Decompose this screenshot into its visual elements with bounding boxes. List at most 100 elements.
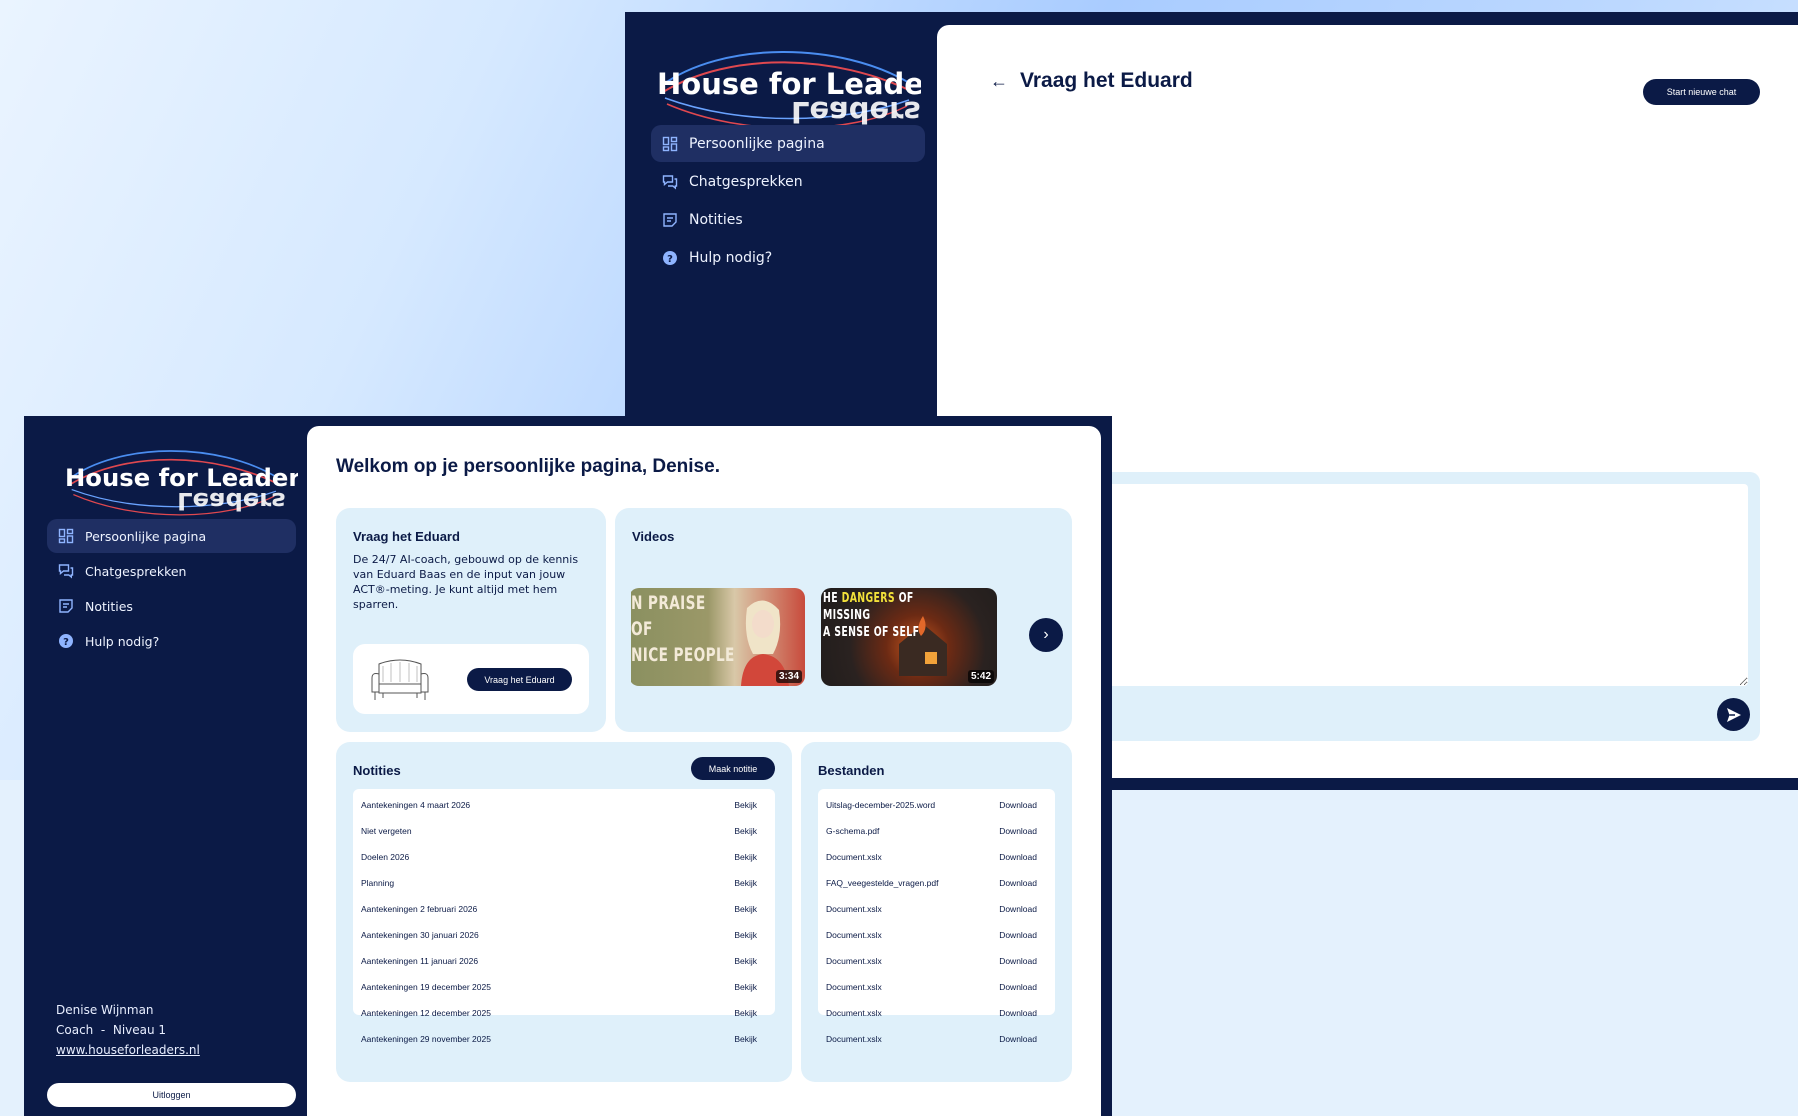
logo-mirror-text: Leaders — [791, 95, 921, 129]
notities-card: Notities Maak notitie Aantekeningen 4 ma… — [336, 742, 792, 1082]
chat-icon — [58, 563, 74, 579]
sidebar-item-label: Notities — [85, 598, 133, 614]
video-title-highlight: DANGERS — [841, 591, 895, 606]
logout-button[interactable]: Uitloggen — [47, 1083, 296, 1107]
sidebar-nav: Persoonlijke pagina Chatgesprekken Notit… — [47, 519, 296, 659]
bekijk-link[interactable]: Bekijk — [734, 930, 757, 940]
card-title: Vraag het Eduard — [353, 529, 460, 544]
list-item: Document.xslx Download — [818, 948, 1055, 974]
sidebar-item-persoonlijke-pagina[interactable]: Persoonlijke pagina — [651, 125, 925, 162]
dashboard-main: Welkom op je persoonlijke pagina, Denise… — [307, 426, 1101, 1116]
armchair-icon — [371, 659, 429, 700]
list-item-name: Doelen 2026 — [361, 852, 410, 862]
list-item-name: Niet vergeten — [361, 826, 412, 836]
list-item: Aantekeningen 12 december 2025 Bekijk — [353, 1000, 775, 1026]
list-item-name: FAQ_veegestelde_vragen.pdf — [826, 878, 939, 888]
bekijk-link[interactable]: Bekijk — [734, 982, 757, 992]
video-title-part: HE — [823, 591, 842, 606]
help-icon: ? — [58, 633, 74, 649]
video-title: N PRAISE OF NICE PEOPLE — [631, 590, 735, 668]
sidebar-item-label: Hulp nodig? — [689, 249, 773, 266]
download-link[interactable]: Download — [999, 982, 1037, 992]
notes-icon — [58, 598, 74, 614]
sidebar-item-persoonlijke-pagina[interactable]: Persoonlijke pagina — [47, 519, 296, 553]
page-title: Vraag het Eduard — [1020, 69, 1193, 92]
dashboard-icon — [662, 136, 678, 152]
bekijk-link[interactable]: Bekijk — [734, 878, 757, 888]
sidebar-item-label: Persoonlijke pagina — [689, 135, 825, 152]
bekijk-link[interactable]: Bekijk — [734, 956, 757, 966]
user-name: Denise Wijnman — [56, 1003, 154, 1017]
files-list: Uitslag-december-2025.word Download G-sche… — [818, 789, 1055, 1044]
list-item-name: Document.xslx — [826, 904, 882, 914]
sidebar-item-notities[interactable]: Notities — [651, 201, 925, 238]
list-item: Doelen 2026 Bekijk — [353, 844, 775, 870]
video-title-line: HE DANGERS OF MISSING — [823, 590, 948, 624]
bekijk-link[interactable]: Bekijk — [734, 1008, 757, 1018]
svg-text:?: ? — [667, 254, 673, 265]
card-title: Bestanden — [818, 763, 885, 778]
sidebar-item-label: Chatgesprekken — [85, 563, 187, 579]
download-link[interactable]: Download — [999, 1034, 1037, 1044]
download-link[interactable]: Download — [999, 1008, 1037, 1018]
list-item-name: Planning — [361, 878, 395, 888]
maak-notitie-button[interactable]: Maak notitie — [691, 757, 775, 780]
bekijk-link[interactable]: Bekijk — [734, 826, 757, 836]
download-link[interactable]: Download — [999, 800, 1037, 810]
video-duration: 5:42 — [967, 670, 994, 683]
sidebar-item-label: Notities — [689, 211, 743, 228]
next-video-button[interactable]: › — [1029, 618, 1063, 652]
card-title: Notities — [353, 763, 401, 778]
download-link[interactable]: Download — [999, 826, 1037, 836]
download-link[interactable]: Download — [999, 956, 1037, 966]
notes-icon — [662, 212, 678, 228]
list-item-name: G-schema.pdf — [826, 826, 880, 836]
sidebar-item-hulp-nodig[interactable]: ? Hulp nodig? — [651, 239, 925, 276]
chat-icon — [662, 174, 678, 190]
send-icon — [1726, 707, 1741, 722]
sidebar-item-chatgesprekken[interactable]: Chatgesprekken — [47, 554, 296, 588]
bekijk-link[interactable]: Bekijk — [734, 800, 757, 810]
videos-carousel: N PRAISE OF NICE PEOPLE 3:34 HE DANGERS … — [631, 588, 1011, 686]
sidebar-nav: Persoonlijke pagina Chatgesprekken Notit… — [651, 125, 925, 277]
send-button[interactable] — [1717, 698, 1750, 731]
sidebar: House for Leaders Leaders Persoonlijke p… — [24, 416, 308, 1116]
list-item: Aantekeningen 29 november 2025 Bekijk — [353, 1026, 775, 1052]
list-item-name: Document.xslx — [826, 982, 882, 992]
list-item: Niet vergeten Bekijk — [353, 818, 775, 844]
video-title-line: OF — [631, 618, 653, 640]
list-item-name: Aantekeningen 11 januari 2026 — [361, 956, 479, 966]
download-link[interactable]: Download — [999, 852, 1037, 862]
video-thumbnail[interactable]: N PRAISE OF NICE PEOPLE 3:34 — [631, 588, 805, 686]
dashboard-icon — [58, 528, 74, 544]
user-info: Denise Wijnman Coach - Niveau 1 www.hous… — [56, 1000, 200, 1060]
video-thumbnail[interactable]: HE DANGERS OF MISSING A SENSE OF SELF 5:… — [821, 588, 997, 686]
sidebar-item-chatgesprekken[interactable]: Chatgesprekken — [651, 163, 925, 200]
start-new-chat-button[interactable]: Start nieuwe chat — [1643, 79, 1760, 105]
bekijk-link[interactable]: Bekijk — [734, 852, 757, 862]
bekijk-link[interactable]: Bekijk — [734, 1034, 757, 1044]
sidebar-item-label: Chatgesprekken — [689, 173, 803, 190]
sidebar-item-notities[interactable]: Notities — [47, 589, 296, 623]
download-link[interactable]: Download — [999, 904, 1037, 914]
house-for-leaders-logo: House for Leaders Leaders — [48, 446, 298, 518]
back-arrow-icon[interactable]: ← — [990, 71, 1008, 92]
list-item: G-schema.pdf Download — [818, 818, 1055, 844]
list-item: Document.xslx Download — [818, 844, 1055, 870]
website-link[interactable]: www.houseforleaders.nl — [56, 1043, 200, 1057]
download-link[interactable]: Download — [999, 930, 1037, 940]
user-role: Coach - Niveau 1 — [56, 1023, 167, 1037]
download-link[interactable]: Download — [999, 878, 1037, 888]
video-title-line: N PRAISE — [631, 592, 706, 614]
card-title: Videos — [632, 529, 675, 544]
bekijk-link[interactable]: Bekijk — [734, 904, 757, 914]
page-title: Welkom op je persoonlijke pagina, Denise… — [336, 456, 720, 477]
sidebar-item-hulp-nodig[interactable]: ? Hulp nodig? — [47, 624, 296, 658]
chat-input[interactable] — [1087, 484, 1748, 686]
list-item: Uitslag-december-2025.word Download — [818, 792, 1055, 818]
sidebar-item-label: Hulp nodig? — [85, 633, 160, 649]
list-item: Document.xslx Download — [818, 896, 1055, 922]
vraag-het-eduard-button[interactable]: Vraag het Eduard — [467, 668, 572, 691]
vraag-het-eduard-card: Vraag het Eduard De 24/7 AI-coach, gebou… — [336, 508, 606, 732]
list-item-name: Document.xslx — [826, 852, 882, 862]
